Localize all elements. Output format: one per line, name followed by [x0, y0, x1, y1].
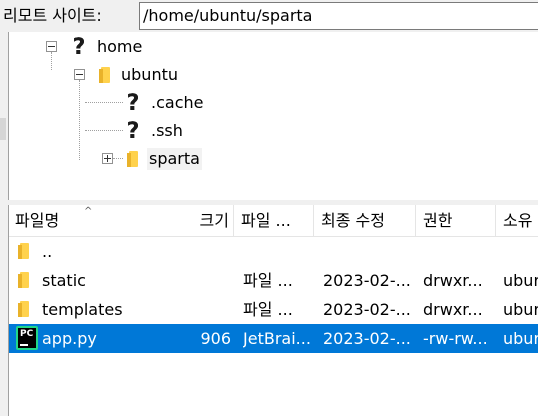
- column-header-permissions[interactable]: 권한: [417, 205, 495, 237]
- question-icon: ?: [126, 118, 140, 144]
- folder-icon: [125, 149, 141, 169]
- tree-node-ubuntu[interactable]: ubuntu: [97, 62, 180, 88]
- file-owner: ubur: [503, 271, 538, 290]
- tree-node-ssh[interactable]: ? .ssh: [123, 118, 185, 144]
- column-separator[interactable]: [313, 205, 314, 237]
- tree-connector: [113, 158, 123, 159]
- file-permissions: drwxr...: [423, 271, 483, 290]
- question-icon: ?: [72, 34, 86, 60]
- column-header-owner[interactable]: 소유: [497, 205, 538, 237]
- column-header-type[interactable]: 파일 ...: [235, 205, 313, 237]
- remote-file-list[interactable]: 파일명 ^ 크기 파일 ... 최종 수정 권한 소유 .. static 파일…: [8, 205, 538, 416]
- file-owner: ubur: [503, 300, 538, 319]
- file-name: static: [42, 271, 86, 290]
- file-row-app-py[interactable]: PC app.py 906 JetBrai... 2023-02-... -rw…: [9, 324, 538, 353]
- folder-icon: [97, 65, 113, 85]
- folder-icon: [16, 299, 34, 319]
- remote-directory-tree[interactable]: ? home ubuntu ? .cache ? .ssh sparta: [8, 32, 538, 200]
- file-row-parent[interactable]: ..: [9, 237, 538, 266]
- folder-icon: [16, 241, 34, 261]
- file-owner: ubur: [503, 329, 538, 348]
- tree-connector: [85, 130, 123, 131]
- column-separator[interactable]: [415, 205, 416, 237]
- file-modified: 2023-02-...: [323, 271, 411, 290]
- file-name: templates: [42, 300, 123, 319]
- file-list-header: 파일명 ^ 크기 파일 ... 최종 수정 권한 소유: [9, 205, 538, 237]
- file-permissions: -rw-rw...: [423, 329, 488, 348]
- remote-path-bar: 리모트 사이트: /home/ubuntu/sparta: [0, 0, 538, 32]
- file-name: app.py: [42, 329, 97, 348]
- panel-resize-grip[interactable]: [0, 118, 6, 140]
- file-modified: 2023-02-...: [323, 329, 411, 348]
- column-separator[interactable]: [495, 205, 496, 237]
- file-type: JetBrai...: [243, 329, 311, 348]
- column-separator[interactable]: [233, 205, 234, 237]
- tree-connector: [79, 80, 80, 160]
- tree-connector: [51, 52, 52, 70]
- tree-node-label: sparta: [147, 148, 202, 170]
- file-type: 파일 ...: [243, 271, 293, 290]
- file-row-templates[interactable]: templates 파일 ... 2023-02-... drwxr... ub…: [9, 295, 538, 324]
- remote-path-input[interactable]: /home/ubuntu/sparta: [139, 2, 538, 30]
- file-modified: 2023-02-...: [323, 300, 411, 319]
- pycharm-icon-text: PC: [20, 329, 34, 339]
- question-icon: ?: [126, 90, 140, 116]
- file-row-static[interactable]: static 파일 ... 2023-02-... drwxr... ubur: [9, 266, 538, 295]
- tree-connector: [85, 102, 123, 103]
- file-permissions: drwxr...: [423, 300, 483, 319]
- tree-node-label: ubuntu: [121, 65, 178, 84]
- remote-site-label: 리모트 사이트:: [3, 6, 102, 25]
- file-type: 파일 ...: [243, 300, 293, 319]
- tree-collapse-toggle-home[interactable]: [46, 41, 57, 52]
- tree-node-label: .cache: [151, 93, 204, 112]
- sort-ascending-icon: ^: [84, 206, 93, 217]
- tree-node-sparta[interactable]: sparta: [125, 146, 202, 172]
- column-header-modified[interactable]: 최종 수정: [315, 205, 415, 237]
- tree-collapse-toggle-ubuntu[interactable]: [74, 69, 85, 80]
- tree-node-label: home: [97, 37, 143, 56]
- folder-icon: [16, 270, 34, 290]
- column-header-filename[interactable]: 파일명: [9, 205, 187, 237]
- tree-node-home[interactable]: ? home: [69, 34, 144, 60]
- column-header-size[interactable]: 크기: [187, 205, 233, 237]
- file-size: 906: [200, 329, 231, 348]
- tree-node-label: .ssh: [151, 121, 183, 140]
- file-name: ..: [42, 242, 53, 261]
- tree-expand-toggle-sparta[interactable]: [102, 153, 113, 164]
- pycharm-file-icon: PC: [16, 326, 38, 350]
- tree-node-cache[interactable]: ? .cache: [123, 90, 205, 116]
